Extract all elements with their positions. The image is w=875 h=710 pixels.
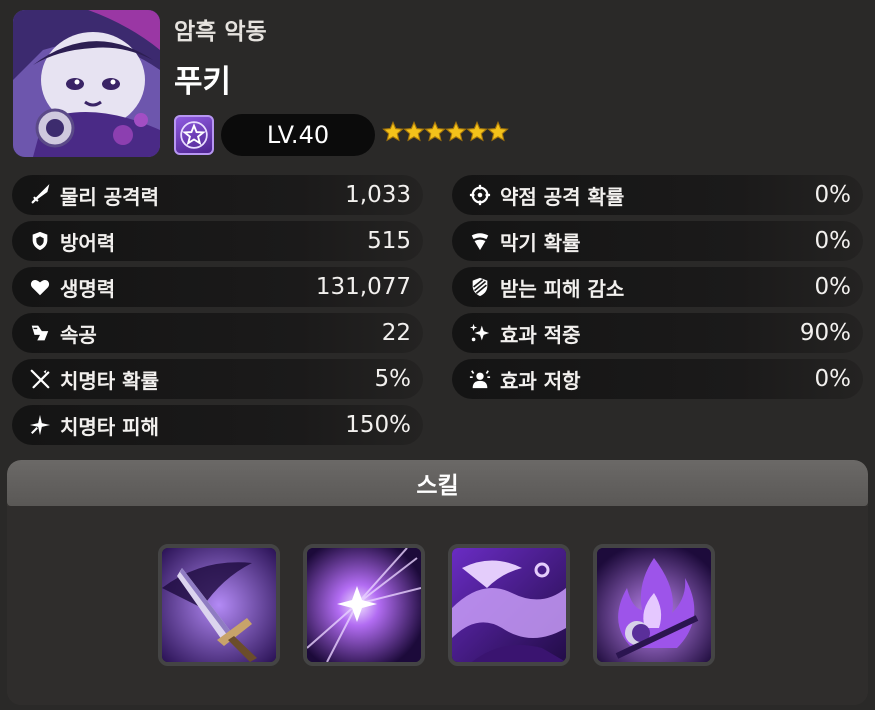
stat-label: 효과 적중: [500, 322, 581, 347]
stat-label: 효과 저항: [500, 368, 581, 393]
stat-block-rate: 막기 확률 0%: [452, 221, 863, 261]
stat-value: 0%: [814, 228, 852, 254]
character-name: 푸키: [174, 64, 232, 100]
sword-icon: [28, 183, 52, 207]
skill-title: 스킬: [416, 473, 459, 499]
stat-value: 0%: [814, 274, 852, 300]
stat-label: 방어력: [60, 230, 116, 255]
character-subtitle: 암흑 악동: [174, 19, 267, 45]
stat-value: 515: [367, 228, 411, 254]
stat-speed: 속공 22: [12, 313, 423, 353]
crit-damage-icon: [28, 413, 52, 437]
star-icon: [445, 120, 467, 147]
stat-label: 생명력: [60, 276, 116, 301]
stat-value: 150%: [345, 412, 411, 438]
stat-value: 0%: [814, 366, 852, 392]
crit-rate-icon: [28, 367, 52, 391]
stat-label: 치명타 피해: [60, 414, 159, 439]
dagger-skill-icon[interactable]: [158, 544, 280, 666]
level-text: LV.40: [266, 121, 330, 149]
flame-skill-icon[interactable]: [593, 544, 715, 666]
star-icon: [403, 120, 425, 147]
stat-value: 1,033: [345, 182, 411, 208]
speed-icon: [28, 321, 52, 345]
damage-reduction-icon: [468, 275, 492, 299]
stat-value: 5%: [374, 366, 412, 392]
star-rating: [382, 120, 509, 147]
stat-hp: 생명력 131,077: [12, 267, 423, 307]
level-badge: LV.40: [221, 114, 375, 156]
block-icon: [468, 229, 492, 253]
stat-label: 약점 공격 확률: [500, 184, 625, 209]
effect-resist-icon: [468, 367, 492, 391]
skill-header: 스킬: [7, 460, 868, 506]
star-icon: [424, 120, 446, 147]
star-class-icon: [174, 115, 214, 155]
stat-weakness-rate: 약점 공격 확률 0%: [452, 175, 863, 215]
shield-icon: [28, 229, 52, 253]
star-icon: [487, 120, 509, 147]
character-portrait: [13, 10, 160, 157]
stat-effect-hit: 효과 적중 90%: [452, 313, 863, 353]
crosshair-icon: [468, 183, 492, 207]
stat-label: 속공: [60, 322, 97, 347]
stat-value: 0%: [814, 182, 852, 208]
stat-defense: 방어력 515: [12, 221, 423, 261]
stat-value: 90%: [799, 320, 851, 346]
skill-body: [7, 506, 868, 705]
stat-label: 받는 피해 감소: [500, 276, 625, 301]
effect-hit-icon: [468, 321, 492, 345]
heart-icon: [28, 275, 52, 299]
stat-label: 치명타 확률: [60, 368, 159, 393]
skill-panel: 스킬: [7, 460, 868, 705]
star-icon: [382, 120, 404, 147]
stat-physical-attack: 물리 공격력 1,033: [12, 175, 423, 215]
stat-crit-damage: 치명타 피해 150%: [12, 405, 423, 445]
stat-label: 물리 공격력: [60, 184, 159, 209]
stat-label: 막기 확률: [500, 230, 581, 255]
stat-crit-rate: 치명타 확률 5%: [12, 359, 423, 399]
burst-skill-icon[interactable]: [303, 544, 425, 666]
star-icon: [466, 120, 488, 147]
stat-value: 131,077: [315, 274, 411, 300]
stat-damage-reduction: 받는 피해 감소 0%: [452, 267, 863, 307]
stat-value: 22: [381, 320, 411, 346]
wave-skill-icon[interactable]: [448, 544, 570, 666]
stat-effect-resist: 효과 저항 0%: [452, 359, 863, 399]
